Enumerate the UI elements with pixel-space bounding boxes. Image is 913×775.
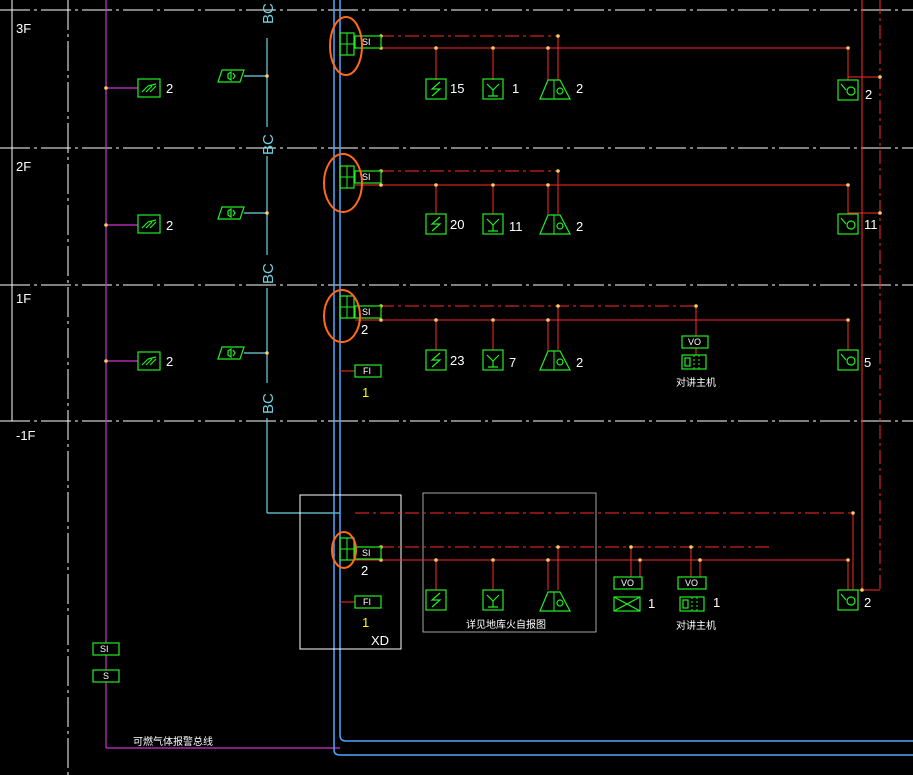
input-module-icon-2f — [837, 213, 859, 235]
garage-note: 详见地库火自报图 — [466, 618, 546, 631]
bc-trunk-line — [244, 38, 340, 514]
gas-si-label: SI — [100, 644, 109, 654]
gas-detector-2f — [137, 214, 161, 234]
module-count-2f: 11 — [864, 217, 878, 232]
isolator-module-b1 — [339, 537, 382, 561]
floor-label-1f: 1F — [16, 291, 31, 306]
smoke-detector-icon-b1 — [425, 589, 447, 611]
vo-label-1f: VO — [688, 337, 701, 347]
module-count-3f: 2 — [865, 87, 872, 102]
smoke-detector-icon-3f — [425, 78, 447, 100]
xd-cabinet-box — [299, 494, 402, 650]
gas-bus-label: 可燃气体报警总线 — [133, 735, 213, 748]
alarm-bell-icon-b1 — [539, 591, 571, 612]
alarm-count-3f: 2 — [576, 81, 583, 96]
vo-label-b1-damper: VO — [621, 578, 634, 588]
si-label-b1: SI — [362, 548, 371, 558]
heat-detector-icon-b1 — [482, 589, 504, 611]
alarm-count-1f: 2 — [576, 355, 583, 370]
speaker-icon-2f — [217, 206, 245, 220]
floor-label-3f: 3F — [16, 21, 31, 36]
fire-alarm-riser-diagram: 3F 2F 1F -1F 2 2 2 SI S 可燃气体报警总线 BC BC B… — [0, 0, 913, 775]
smoke-count-1f: 23 — [450, 353, 464, 368]
junction-dots — [379, 34, 882, 592]
smoke-count-3f: 15 — [450, 81, 464, 96]
si-label-3f: SI — [362, 37, 371, 47]
floor-label-2f: 2F — [16, 159, 31, 174]
si-count-1f: 2 — [361, 322, 368, 337]
intercom-count-b1: 1 — [713, 595, 720, 610]
heat-count-1f: 7 — [509, 355, 516, 370]
si-label-1f: SI — [362, 307, 371, 317]
intercom-icon-1f — [681, 354, 707, 370]
gas-detector-3f — [137, 78, 161, 98]
fi-count-b1: 1 — [362, 615, 369, 630]
gas-s-label: S — [103, 671, 109, 681]
damper-icon-b1 — [613, 596, 641, 612]
heat-count-2f: 11 — [509, 219, 523, 234]
module-count-1f: 5 — [864, 355, 871, 370]
main-bus-riser — [333, 0, 913, 756]
smoke-detector-icon-2f — [425, 213, 447, 235]
vo-label-b1-intercom: VO — [685, 578, 698, 588]
floor-label-b1: -1F — [16, 428, 36, 443]
heat-detector-icon-1f — [482, 349, 504, 371]
fi-label-b1: FI — [363, 597, 371, 607]
bc-label-4: BC — [260, 393, 277, 414]
gas-alarm-bus — [104, 0, 340, 749]
si-label-2f: SI — [362, 172, 371, 182]
smoke-detector-icon-1f — [425, 349, 447, 371]
input-module-icon-b1 — [837, 589, 859, 611]
gas-detector-count-1f: 2 — [166, 354, 173, 369]
heat-detector-icon-2f — [482, 213, 504, 235]
fi-count-1f: 1 — [362, 385, 369, 400]
alarm-bell-icon-1f — [539, 350, 571, 371]
intercom-host-label-b1: 对讲主机 — [676, 619, 716, 632]
alarm-bell-icon-3f — [539, 79, 571, 100]
floor-grid — [0, 0, 913, 775]
input-module-icon-1f — [837, 349, 859, 371]
fi-label-1f: FI — [363, 366, 371, 376]
signal-lines — [340, 0, 881, 603]
alarm-bell-icon-2f — [539, 214, 571, 235]
speaker-icon-3f — [217, 69, 245, 83]
alarm-count-2f: 2 — [576, 219, 583, 234]
bc-label-1: BC — [260, 3, 277, 24]
si-count-b1: 2 — [361, 563, 368, 578]
gas-detector-1f — [137, 351, 161, 371]
intercom-icon-b1 — [679, 596, 705, 612]
bc-label-2: BC — [260, 134, 277, 155]
xd-label: XD — [371, 633, 389, 648]
speaker-icon-1f — [217, 346, 245, 360]
heat-detector-icon-3f — [482, 78, 504, 100]
damper-count-b1: 1 — [648, 596, 655, 611]
intercom-host-label-1f: 对讲主机 — [676, 376, 716, 389]
module-count-b1: 2 — [864, 595, 871, 610]
input-module-icon-3f — [837, 79, 859, 101]
gas-detector-count-2f: 2 — [166, 218, 173, 233]
bc-label-3: BC — [260, 263, 277, 284]
gas-detector-count-3f: 2 — [166, 81, 173, 96]
heat-count-3f: 1 — [512, 81, 519, 96]
smoke-count-2f: 20 — [450, 217, 464, 232]
